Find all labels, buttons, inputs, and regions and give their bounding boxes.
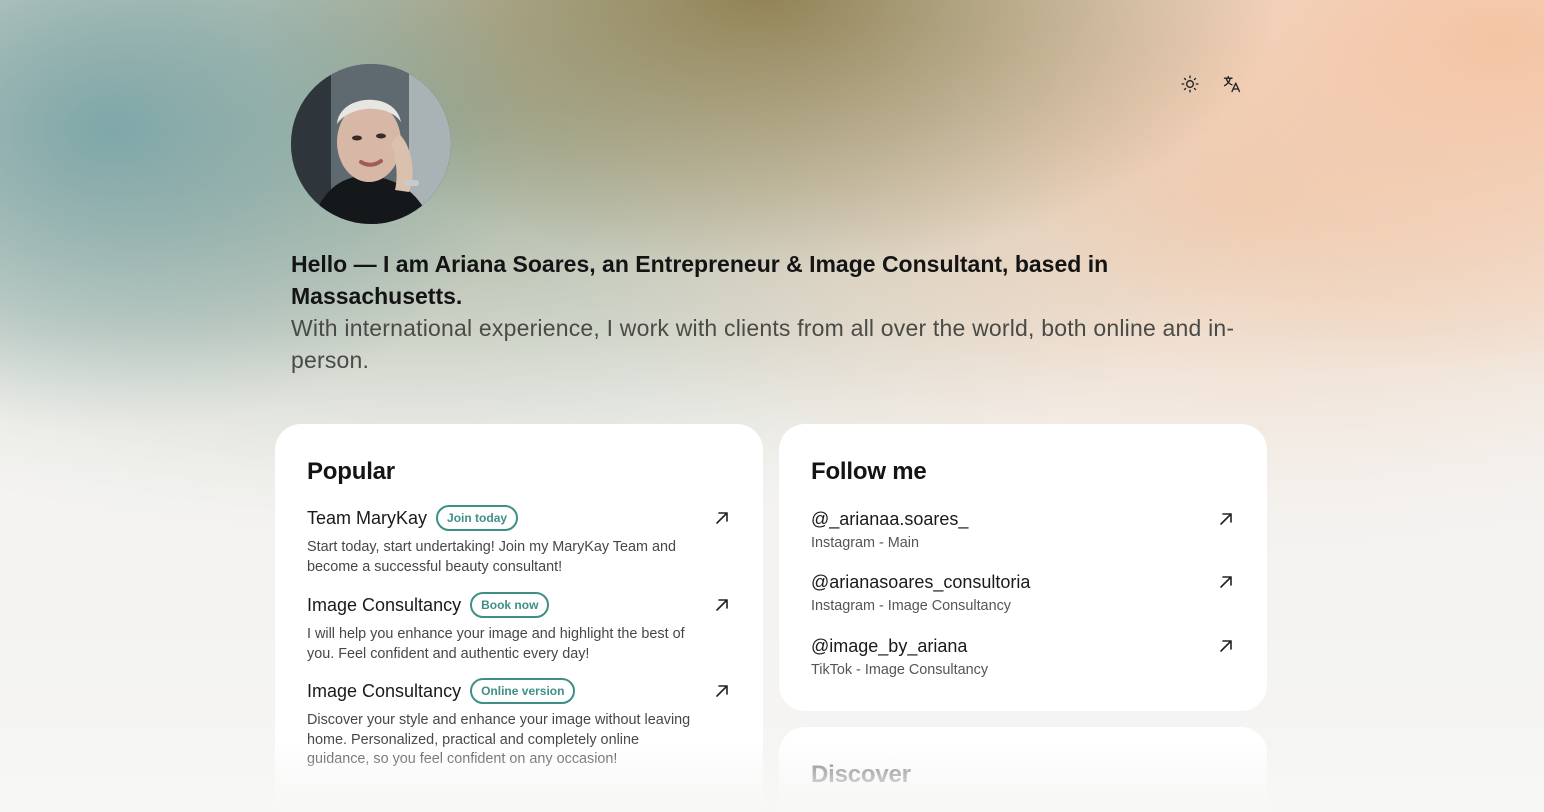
external-link-arrow-icon[interactable] xyxy=(713,596,731,614)
popular-item[interactable]: Image Consultancy Book now I will help y… xyxy=(307,590,731,664)
social-platform: Instagram - Image Consultancy xyxy=(811,598,1011,614)
popular-item-title-row: Team MaryKay Join today xyxy=(307,503,731,533)
discover-title: Discover xyxy=(811,761,911,788)
intro-subline: With international experience, I work wi… xyxy=(291,315,1235,373)
follow-card: Follow me @_arianaa.soares_ Instagram - … xyxy=(779,424,1267,711)
popular-item-title: Image Consultancy xyxy=(307,680,462,701)
popular-card: Popular Team MaryKay Join today Start to… xyxy=(275,424,763,812)
page-container: Hello — I am Ariana Soares, an Entrepren… xyxy=(0,0,1544,812)
social-platform: Instagram - Main xyxy=(811,535,919,551)
popular-item-description: Start today, start undertaking! Join my … xyxy=(307,539,676,575)
social-link[interactable]: @image_by_ariana TikTok - Image Consulta… xyxy=(811,633,1235,681)
popular-title: Popular xyxy=(307,458,395,485)
intro-headline: Hello — I am Ariana Soares, an Entrepren… xyxy=(291,251,1109,309)
popular-item-title: Team MaryKay xyxy=(307,507,428,528)
social-handle: @_arianaa.soares_ xyxy=(811,509,969,529)
intro-text: Hello — I am Ariana Soares, an Entrepren… xyxy=(291,248,1261,376)
popular-item-badge[interactable]: Join today xyxy=(436,505,519,531)
external-link-arrow-icon[interactable] xyxy=(1217,510,1235,528)
popular-item[interactable]: Team MaryKay Join today Start today, sta… xyxy=(307,503,731,577)
popular-item-title-row: Image Consultancy Book now xyxy=(307,590,731,620)
sun-icon xyxy=(1181,75,1199,93)
social-link[interactable]: @_arianaa.soares_ Instagram - Main xyxy=(811,506,1235,554)
theme-toggle-button[interactable] xyxy=(1176,70,1204,98)
avatar xyxy=(291,64,451,224)
external-link-arrow-icon[interactable] xyxy=(713,509,731,527)
translate-icon xyxy=(1223,75,1241,93)
popular-item-badge[interactable]: Online version xyxy=(470,678,576,704)
popular-item-title: Image Consultancy xyxy=(307,594,462,615)
popular-item[interactable]: Image Consultancy Online version Discove… xyxy=(307,676,731,770)
external-link-arrow-icon[interactable] xyxy=(1217,637,1235,655)
follow-title: Follow me xyxy=(811,458,927,485)
popular-item-description: I will help you enhance your image and h… xyxy=(307,626,685,662)
social-platform: TikTok - Image Consultancy xyxy=(811,662,989,678)
social-link[interactable]: @arianasoares_consultoria Instagram - Im… xyxy=(811,569,1235,617)
language-button[interactable] xyxy=(1218,70,1246,98)
avatar-portrait xyxy=(291,64,451,224)
social-handle: @arianasoares_consultoria xyxy=(811,572,1031,592)
top-controls xyxy=(1176,70,1246,98)
popular-item-title-row: Image Consultancy Online version xyxy=(307,676,731,706)
discover-card: Discover xyxy=(779,727,1267,812)
social-handle: @image_by_ariana xyxy=(811,636,968,656)
popular-item-badge[interactable]: Book now xyxy=(470,592,550,618)
external-link-arrow-icon[interactable] xyxy=(1217,573,1235,591)
popular-item-description: Discover your style and enhance your ima… xyxy=(307,712,691,767)
external-link-arrow-icon[interactable] xyxy=(713,682,731,700)
